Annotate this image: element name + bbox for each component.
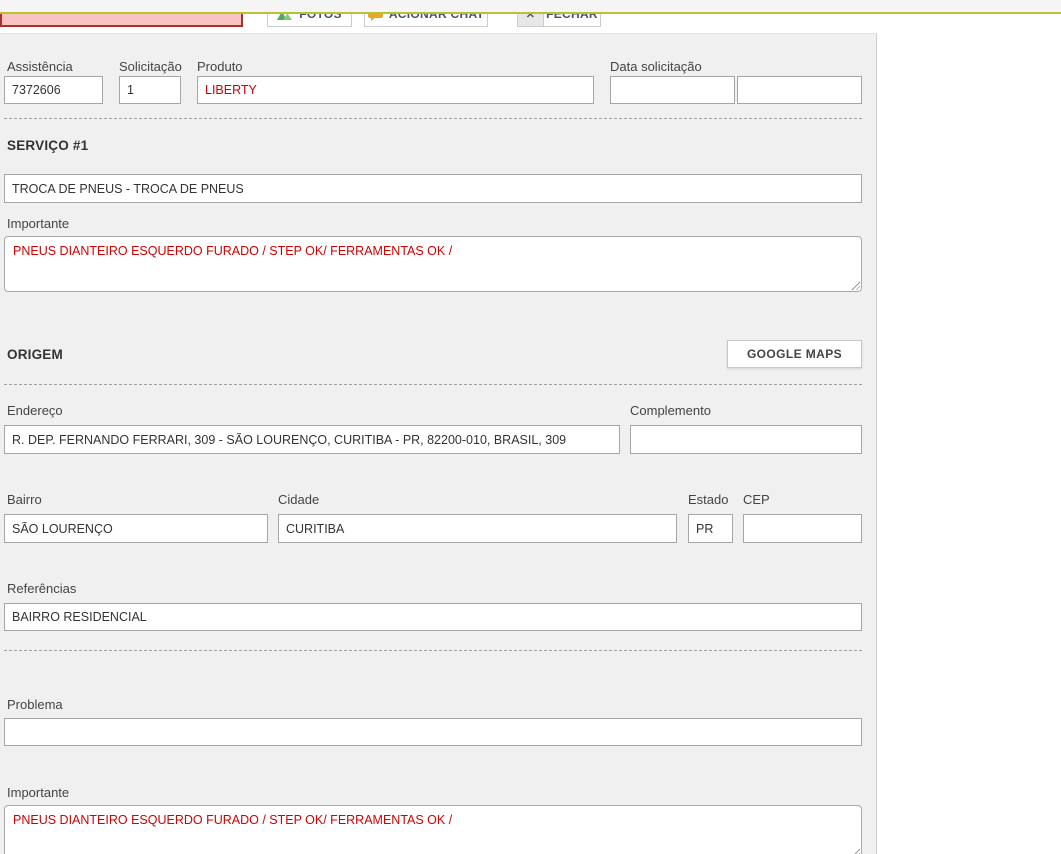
importante-textarea[interactable]: PNEUS DIANTEIRO ESQUERDO FURADO / STEP O… xyxy=(4,236,862,292)
solicitacao-label: Solicitação xyxy=(119,59,182,74)
solicitacao-input[interactable] xyxy=(119,76,181,104)
assistencia-label: Assistência xyxy=(7,59,73,74)
estado-label: Estado xyxy=(688,492,728,507)
problema-input[interactable] xyxy=(4,718,862,746)
complemento-input[interactable] xyxy=(630,425,862,454)
bairro-label: Bairro xyxy=(7,492,42,507)
google-maps-button[interactable]: GOOGLE MAPS xyxy=(727,340,862,368)
servico-input[interactable] xyxy=(4,174,862,203)
referencias-label: Referências xyxy=(7,581,76,596)
data-solicitacao-label: Data solicitação xyxy=(610,59,702,74)
endereco-label: Endereço xyxy=(7,403,63,418)
form-panel: Assistência Solicitação Produto Data sol… xyxy=(0,33,877,854)
servico-heading: SERVIÇO #1 xyxy=(7,138,88,153)
separator xyxy=(4,650,862,651)
importante-label: Importante xyxy=(7,216,69,231)
produto-input[interactable] xyxy=(197,76,594,104)
assistencia-input[interactable] xyxy=(4,76,103,104)
bairro-input[interactable] xyxy=(4,514,268,543)
importante2-label: Importante xyxy=(7,785,69,800)
data-solicitacao-time-input[interactable] xyxy=(737,76,862,104)
cep-input[interactable] xyxy=(743,514,862,543)
importante2-textarea[interactable]: PNEUS DIANTEIRO ESQUERDO FURADO / STEP O… xyxy=(4,805,862,854)
separator xyxy=(4,384,862,385)
cep-label: CEP xyxy=(743,492,770,507)
cidade-label: Cidade xyxy=(278,492,319,507)
problema-label: Problema xyxy=(7,697,63,712)
produto-label: Produto xyxy=(197,59,243,74)
screen: FOTOS ACIONAR CHAT ✕ FECHAR Assistência … xyxy=(0,0,1061,854)
referencias-input[interactable] xyxy=(4,603,862,631)
complemento-label: Complemento xyxy=(630,403,711,418)
cidade-input[interactable] xyxy=(278,514,677,543)
separator xyxy=(4,118,862,119)
data-solicitacao-date-input[interactable] xyxy=(610,76,735,104)
endereco-input[interactable] xyxy=(4,425,620,454)
estado-input[interactable] xyxy=(688,514,733,543)
origem-heading: ORIGEM xyxy=(7,347,63,362)
header-bar xyxy=(0,0,1061,14)
